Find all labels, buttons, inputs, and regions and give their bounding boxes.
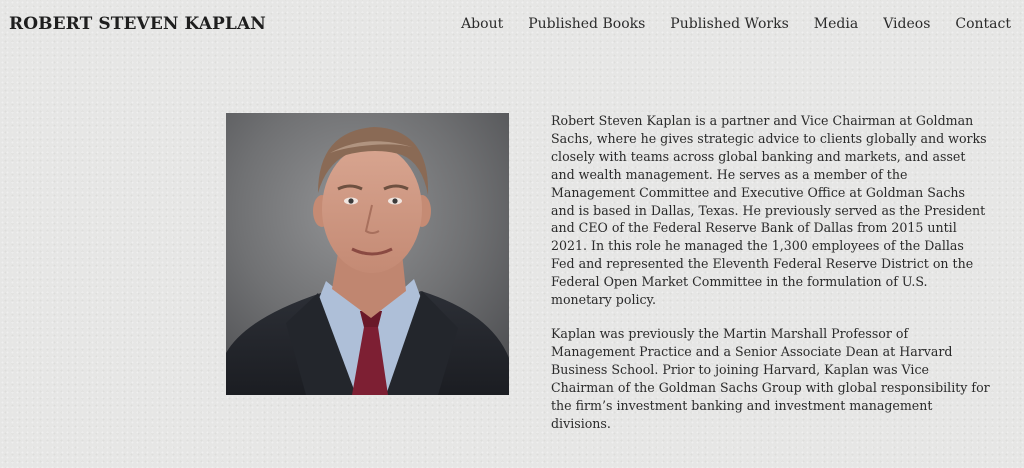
portrait-photo — [226, 113, 509, 395]
bio-paragraph-1: Robert Steven Kaplan is a partner and Vi… — [551, 113, 987, 308]
nav-item-about[interactable]: About — [461, 16, 503, 32]
main-nav: About Published Books Published Works Me… — [461, 16, 1011, 32]
nav-item-published-books[interactable]: Published Books — [528, 16, 645, 32]
bio-paragraph-2: Kaplan was previously the Martin Marshal… — [551, 325, 990, 431]
bio-content: Robert Steven Kaplan is a partner and Vi… — [551, 112, 991, 448]
nav-item-contact[interactable]: Contact — [955, 16, 1011, 32]
nav-item-videos[interactable]: Videos — [883, 16, 930, 32]
nav-item-published-works[interactable]: Published Works — [670, 16, 788, 32]
site-title[interactable]: ROBERT STEVEN KAPLAN — [9, 14, 266, 34]
nav-item-media[interactable]: Media — [814, 16, 858, 32]
portrait-illustration — [226, 113, 509, 395]
site-header: ROBERT STEVEN KAPLAN About Published Boo… — [0, 0, 1024, 52]
